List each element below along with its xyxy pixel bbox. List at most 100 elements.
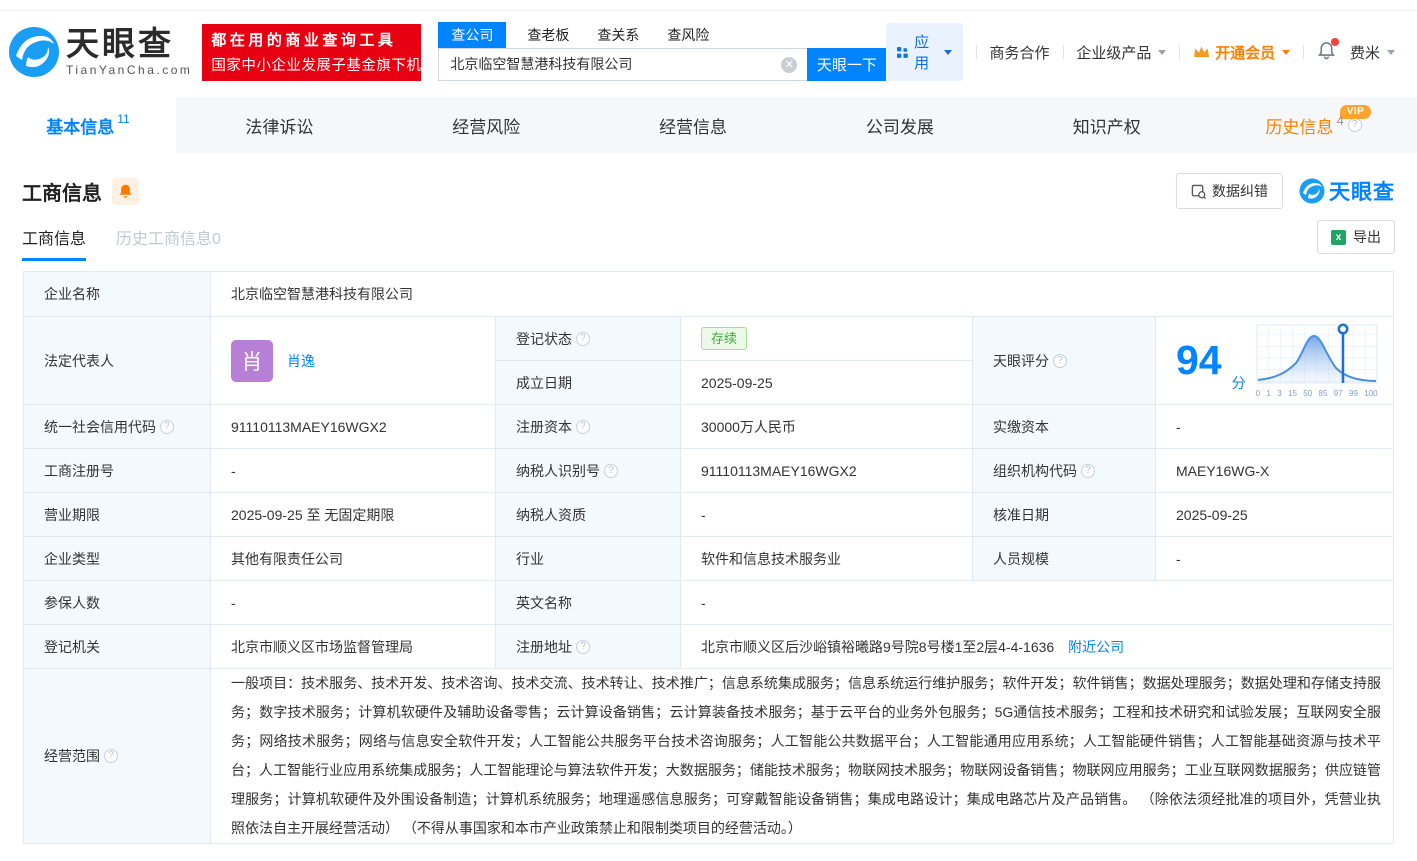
staff-size-label: 人员规模 bbox=[973, 537, 1156, 581]
legal-rep-cell: 肖 肖逸 bbox=[211, 317, 496, 405]
tab-count: 4 bbox=[1336, 113, 1343, 128]
site-header: 天眼查 TianYanCha.com 都在用的商业查询工具 国家中小企业发展子基… bbox=[0, 11, 1417, 93]
enterprise-products-menu[interactable]: 企业级产品 bbox=[1076, 42, 1166, 63]
apps-label: 应用 bbox=[914, 31, 936, 73]
help-icon[interactable] bbox=[576, 640, 590, 654]
logo-swirl-icon bbox=[8, 26, 60, 78]
slogan-line-1: 都在用的商业查询工具 bbox=[211, 29, 412, 50]
taxpayer-id-label: 纳税人识别号 bbox=[496, 449, 681, 493]
tab-intellectual-property[interactable]: 知识产权 bbox=[1003, 97, 1210, 153]
establish-date-value: 2025-09-25 bbox=[681, 361, 973, 405]
business-term-label: 营业期限 bbox=[24, 493, 211, 537]
watermark-logo: 天眼查 bbox=[1299, 176, 1395, 206]
search-tab-company[interactable]: 查公司 bbox=[438, 22, 506, 48]
score-label: 天眼评分 bbox=[973, 317, 1156, 405]
help-icon[interactable] bbox=[160, 420, 174, 434]
nav-divider bbox=[1303, 45, 1304, 59]
open-vip-menu[interactable]: 开通会员 bbox=[1193, 42, 1290, 63]
score-distribution-chart: 0131550859799100 bbox=[1256, 323, 1378, 398]
help-icon[interactable] bbox=[576, 332, 590, 346]
avatar[interactable]: 肖 bbox=[231, 340, 273, 382]
nearby-companies-link[interactable]: 附近公司 bbox=[1068, 639, 1124, 655]
tab-operating-info[interactable]: 经营信息 bbox=[590, 97, 797, 153]
vip-badge: VIP bbox=[1340, 105, 1372, 119]
enterprise-products-label: 企业级产品 bbox=[1076, 42, 1151, 63]
company-name-value: 北京临空智慧港科技有限公司 bbox=[211, 272, 1394, 317]
establish-date-label: 成立日期 bbox=[496, 361, 681, 405]
registered-address-value: 北京市顺义区后沙峪镇裕曦路9号院8号楼1至2层4-4-1636 附近公司 bbox=[681, 625, 1394, 669]
business-info-subtabs: 工商信息 历史工商信息0 导出 bbox=[0, 225, 1417, 261]
english-name-label: 英文名称 bbox=[496, 581, 681, 625]
search-input[interactable] bbox=[438, 48, 807, 81]
nav-divider bbox=[1179, 45, 1180, 59]
registration-number-value: - bbox=[211, 449, 496, 493]
clear-search-icon[interactable] bbox=[781, 57, 797, 73]
apps-menu[interactable]: 应用 bbox=[886, 23, 962, 81]
data-correction-button[interactable]: 数据纠错 bbox=[1176, 173, 1283, 209]
table-row: 经营范围 一般项目：技术服务、技术开发、技术咨询、技术交流、技术转让、技术推广；… bbox=[24, 669, 1394, 844]
company-name-label: 企业名称 bbox=[24, 272, 211, 317]
help-icon[interactable] bbox=[576, 420, 590, 434]
table-row: 参保人数 - 英文名称 - bbox=[24, 581, 1394, 625]
tab-operating-risk[interactable]: 经营风险 bbox=[383, 97, 590, 153]
english-name-value: - bbox=[681, 581, 1394, 625]
table-row: 营业期限 2025-09-25 至 无固定期限 纳税人资质 - 核准日期 202… bbox=[24, 493, 1394, 537]
search-area: 查公司 查老板 查关系 查风险 天眼一下 bbox=[438, 24, 886, 81]
registered-capital-value: 30000万人民币 bbox=[681, 405, 973, 449]
tab-company-development[interactable]: 公司发展 bbox=[796, 97, 1003, 153]
search-button[interactable]: 天眼一下 bbox=[807, 48, 886, 81]
help-icon[interactable] bbox=[1053, 354, 1067, 368]
business-info-table: 企业名称 北京临空智慧港科技有限公司 法定代表人 肖 肖逸 登记状态 存续 天眼… bbox=[23, 271, 1394, 844]
username: 费米 bbox=[1350, 42, 1380, 63]
subtab-history-business-info[interactable]: 历史工商信息0 bbox=[116, 225, 221, 261]
company-type-value: 其他有限责任公司 bbox=[211, 537, 496, 581]
crown-icon bbox=[1193, 45, 1210, 59]
search-tab-risk[interactable]: 查风险 bbox=[667, 22, 709, 48]
monitor-bell-button[interactable] bbox=[112, 178, 139, 205]
chevron-down-icon bbox=[944, 50, 952, 55]
tab-label: 知识产权 bbox=[1073, 113, 1141, 138]
company-type-label: 企业类型 bbox=[24, 537, 211, 581]
registration-authority-value: 北京市顺义区市场监督管理局 bbox=[211, 625, 496, 669]
logo-domain-text: TianYanCha.com bbox=[66, 63, 192, 77]
search-tab-boss[interactable]: 查老板 bbox=[527, 22, 569, 48]
help-icon[interactable] bbox=[604, 464, 618, 478]
export-label: 导出 bbox=[1353, 227, 1381, 247]
tab-basic-info[interactable]: 基本信息 11 bbox=[0, 97, 176, 153]
insured-count-label: 参保人数 bbox=[24, 581, 211, 625]
address-text: 北京市顺义区后沙峪镇裕曦路9号院8号楼1至2层4-4-1636 bbox=[701, 639, 1054, 655]
tianyancha-logo[interactable]: 天眼查 TianYanCha.com bbox=[8, 26, 192, 78]
tab-history-info[interactable]: VIP 历史信息 4 bbox=[1210, 97, 1417, 153]
help-icon[interactable] bbox=[1348, 118, 1362, 132]
user-menu[interactable]: 费米 bbox=[1350, 42, 1395, 63]
table-row: 企业名称 北京临空智慧港科技有限公司 bbox=[24, 272, 1394, 317]
taxpayer-qualification-value: - bbox=[681, 493, 973, 537]
search-tab-relation[interactable]: 查关系 bbox=[597, 22, 639, 48]
legal-rep-link[interactable]: 肖逸 bbox=[287, 351, 315, 371]
tab-label: 历史信息 bbox=[1265, 113, 1333, 138]
business-cooperation-link[interactable]: 商务合作 bbox=[990, 42, 1050, 63]
notification-bell[interactable] bbox=[1317, 41, 1336, 64]
subtab-business-info[interactable]: 工商信息 bbox=[22, 225, 86, 261]
slogan-line-2: 国家中小企业发展子基金旗下机构 bbox=[211, 54, 412, 75]
section-header: 工商信息 数据纠错 天眼查 bbox=[0, 173, 1417, 209]
tab-legal-litigation[interactable]: 法律诉讼 bbox=[176, 97, 383, 153]
data-correction-icon bbox=[1191, 184, 1206, 199]
watermark-brand-text: 天眼查 bbox=[1329, 176, 1395, 206]
taxpayer-qualification-label: 纳税人资质 bbox=[496, 493, 681, 537]
help-icon[interactable] bbox=[104, 749, 118, 763]
slogan-banner: 都在用的商业查询工具 国家中小企业发展子基金旗下机构 bbox=[202, 24, 421, 81]
industry-value: 软件和信息技术服务业 bbox=[681, 537, 973, 581]
export-button[interactable]: 导出 bbox=[1317, 220, 1395, 254]
table-row: 登记机关 北京市顺义区市场监督管理局 注册地址 北京市顺义区后沙峪镇裕曦路9号院… bbox=[24, 625, 1394, 669]
nav-divider bbox=[1063, 45, 1064, 59]
score-axis-ticks: 0131550859799100 bbox=[1256, 389, 1378, 398]
industry-label: 行业 bbox=[496, 537, 681, 581]
help-icon[interactable] bbox=[1081, 464, 1095, 478]
registration-authority-label: 登记机关 bbox=[24, 625, 211, 669]
reg-status-value: 存续 bbox=[681, 317, 973, 361]
business-term-value: 2025-09-25 至 无固定期限 bbox=[211, 493, 496, 537]
insured-count-value: - bbox=[211, 581, 496, 625]
score-value: 94 bbox=[1176, 340, 1222, 381]
reg-status-label: 登记状态 bbox=[496, 317, 681, 361]
